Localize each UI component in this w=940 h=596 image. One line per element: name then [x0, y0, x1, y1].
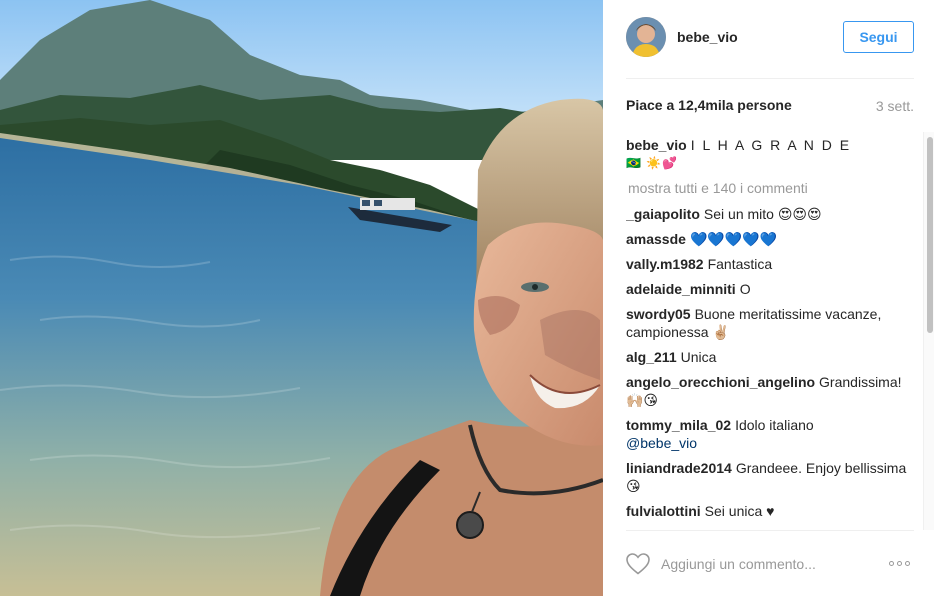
- avatar[interactable]: [626, 17, 666, 57]
- comment-text: Fantastica: [707, 256, 773, 272]
- comment-item: fulvialottini Sei unica ♥: [626, 502, 916, 520]
- more-options-button[interactable]: [889, 557, 915, 569]
- caption-emoji: 🇧🇷 ☀️💕: [626, 156, 679, 170]
- comment-text: O: [739, 281, 751, 297]
- ellipsis-icon: [889, 560, 894, 566]
- like-button[interactable]: [625, 552, 651, 576]
- comment-item: liniandrade2014 Grandeee. Enjoy bellissim…: [626, 459, 916, 495]
- follow-button[interactable]: Segui: [843, 21, 914, 53]
- comment-item: swordy05 Buone meritatissime vacanze, cam…: [626, 305, 916, 341]
- comment-username[interactable]: alg_211: [626, 349, 677, 365]
- footer-divider: [626, 530, 914, 531]
- comment-text: Unica: [680, 349, 717, 365]
- comment-item: amassde 💙💙💙💙💙: [626, 230, 916, 248]
- comments-scrollbar[interactable]: [923, 132, 934, 530]
- comment-item: vally.m1982 Fantastica: [626, 255, 916, 273]
- comment-text: Sei unica ♥: [704, 503, 775, 519]
- comment-username[interactable]: angelo_orecchioni_angelino: [626, 374, 815, 390]
- header-username[interactable]: bebe_vio: [677, 29, 738, 45]
- beach-selfie-image: [0, 0, 603, 596]
- comment-username[interactable]: _gaiapolito: [626, 206, 700, 222]
- comment-text: Sei un mito 😍😍😍: [703, 206, 822, 222]
- avatar-image: [626, 17, 666, 57]
- view-all-comments-link[interactable]: mostra tutti e 140 i commenti: [628, 180, 916, 196]
- post-age[interactable]: 3 sett.: [876, 98, 914, 114]
- header-divider: [626, 78, 914, 79]
- post-caption: bebe_vio I L H A G R A N D E 🇧🇷 ☀️💕: [626, 136, 916, 172]
- comment-text: 💙💙💙💙💙: [689, 231, 778, 247]
- comment-username[interactable]: liniandrade2014: [626, 460, 732, 476]
- likes-count[interactable]: Piace a 12,4mila persone: [626, 97, 792, 113]
- post-side-panel: bebe_vio Segui Piace a 12,4mila persone …: [603, 0, 940, 596]
- comment-username[interactable]: amassde: [626, 231, 686, 247]
- comment-item: adelaide_minniti O: [626, 280, 916, 298]
- comment-mention[interactable]: @bebe_vio: [626, 435, 697, 451]
- post-header: bebe_vio Segui: [603, 0, 940, 78]
- scrollbar-thumb[interactable]: [927, 137, 933, 333]
- comment-item: angelo_orecchioni_angelino Grandissima! 🙌…: [626, 373, 916, 409]
- heart-icon: [626, 553, 650, 575]
- comment-item: tommy_mila_02 Idolo italiano @bebe_vio: [626, 416, 916, 452]
- ellipsis-icon: [905, 560, 910, 566]
- add-comment-input[interactable]: [661, 552, 871, 576]
- likes-row: Piace a 12,4mila persone 3 sett.: [626, 97, 914, 117]
- comment-item: alg_211 Unica: [626, 348, 916, 366]
- comment-username[interactable]: vally.m1982: [626, 256, 704, 272]
- comment-username[interactable]: adelaide_minniti: [626, 281, 736, 297]
- post-photo[interactable]: [0, 0, 603, 596]
- caption-username[interactable]: bebe_vio: [626, 137, 687, 153]
- ellipsis-icon: [897, 560, 902, 566]
- comment-username[interactable]: tommy_mila_02: [626, 417, 731, 433]
- comment-username[interactable]: swordy05: [626, 306, 691, 322]
- caption-text: I L H A G R A N D E: [690, 137, 852, 153]
- comment-username[interactable]: fulvialottini: [626, 503, 701, 519]
- comments-list: bebe_vio I L H A G R A N D E 🇧🇷 ☀️💕 mostr…: [626, 136, 916, 530]
- comment-item: _gaiapolito Sei un mito 😍😍😍: [626, 205, 916, 223]
- comment-text: Idolo italiano: [735, 417, 814, 433]
